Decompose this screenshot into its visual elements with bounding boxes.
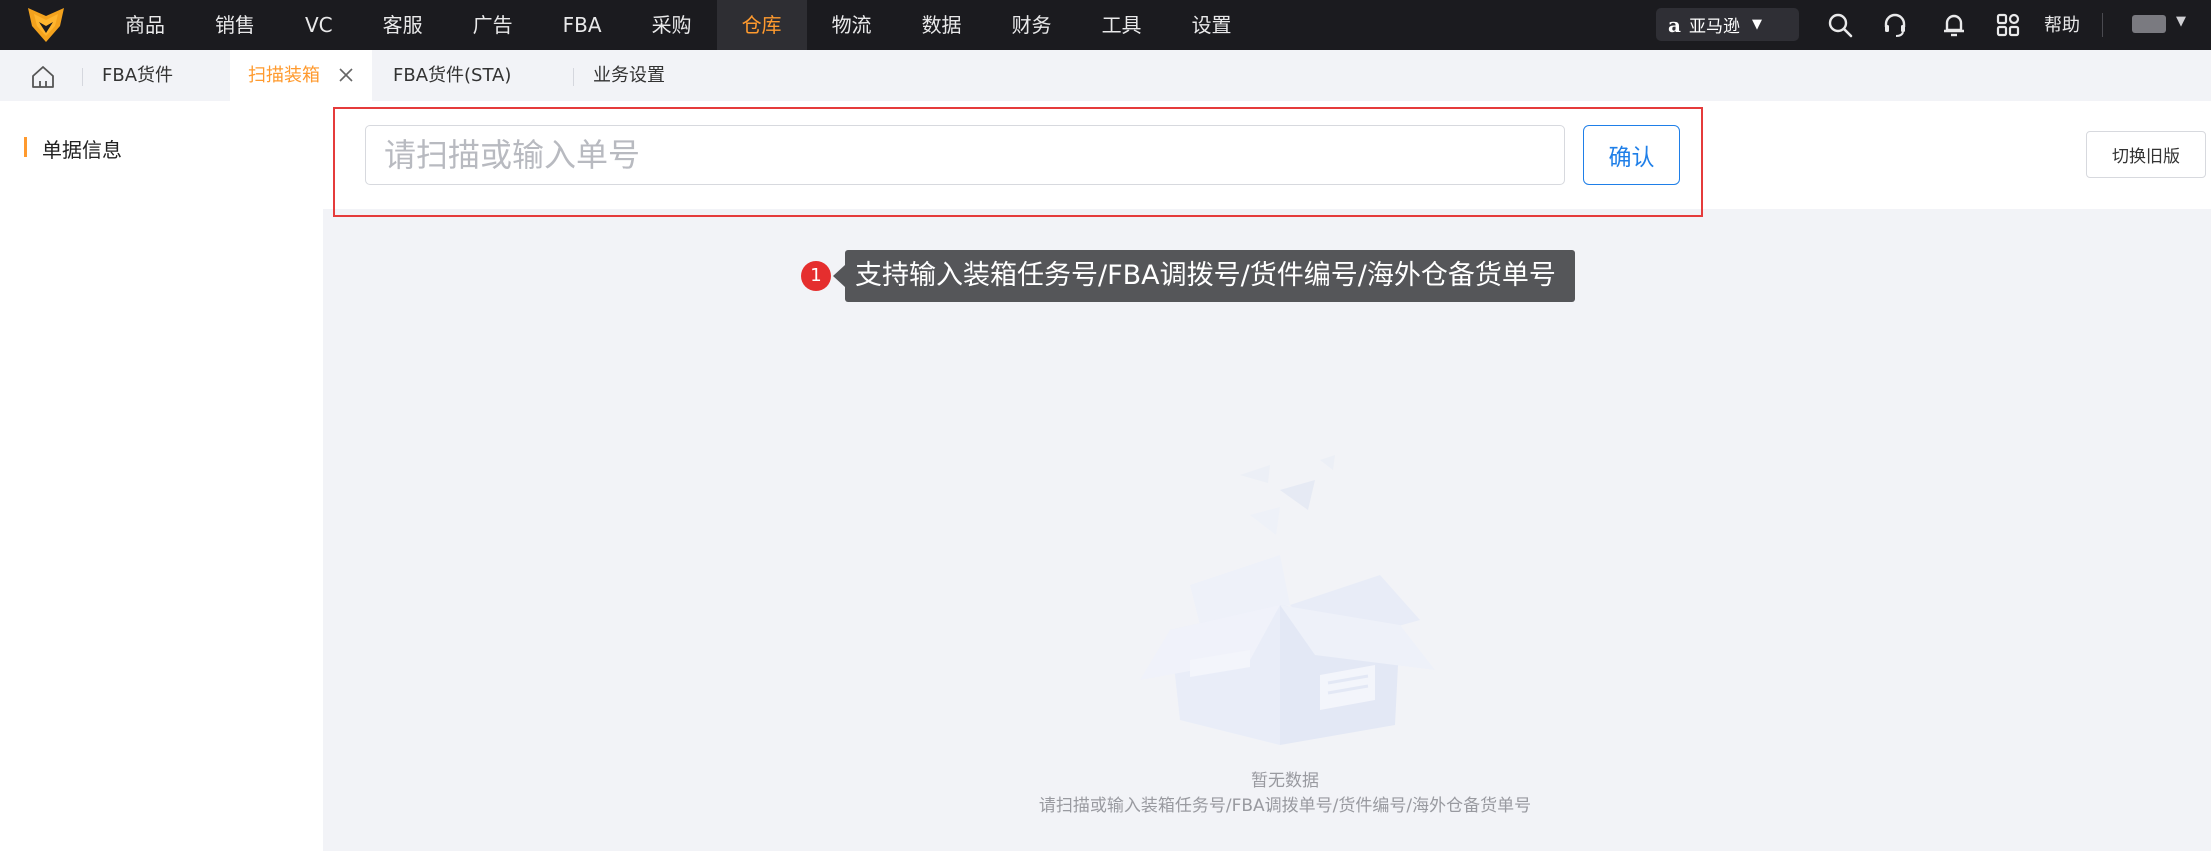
nav-item-customer-service[interactable]: 客服 <box>358 0 448 50</box>
confirm-button[interactable]: 确认 <box>1583 125 1680 185</box>
tab-business-settings[interactable]: 业务设置 <box>593 50 665 101</box>
help-link[interactable]: 帮助 <box>2044 11 2080 37</box>
step-marker: 1 <box>801 261 831 291</box>
tab-divider <box>82 68 83 86</box>
avatar[interactable] <box>2132 15 2166 33</box>
close-icon[interactable] <box>336 65 356 85</box>
amazon-icon: a <box>1668 12 1681 37</box>
search-icon[interactable] <box>1824 9 1856 41</box>
nav-item-data[interactable]: 数据 <box>897 0 987 50</box>
empty-box-icon <box>1140 455 1435 745</box>
tab-bar: FBA货件 扫描装箱 FBA货件(STA) 业务设置 <box>0 50 2211 101</box>
nav-item-logistics[interactable]: 物流 <box>807 0 897 50</box>
nav-item-tools[interactable]: 工具 <box>1077 0 1167 50</box>
bell-icon[interactable] <box>1938 9 1970 41</box>
tab-fba-shipment[interactable]: FBA货件 <box>102 50 173 101</box>
nav-item-products[interactable]: 商品 <box>100 0 190 50</box>
nav-item-ads[interactable]: 广告 <box>448 0 538 50</box>
scan-input[interactable] <box>365 125 1565 185</box>
headset-icon[interactable] <box>1879 9 1911 41</box>
nav-item-vc[interactable]: VC <box>280 0 358 50</box>
tab-label: 扫描装箱 <box>248 65 320 86</box>
logo-icon[interactable] <box>26 6 66 44</box>
empty-state-description: 请扫描或输入装箱任务号/FBA调拨单号/货件编号/海外仓备货单号 <box>1038 796 1532 816</box>
empty-state-title: 暂无数据 <box>1251 771 1319 791</box>
caret-down-icon: ▼ <box>1751 17 1762 32</box>
switch-old-version-button[interactable]: 切换旧版 <box>2086 131 2206 178</box>
nav-item-finance[interactable]: 财务 <box>987 0 1077 50</box>
nav-divider <box>2102 13 2103 37</box>
callout-arrow <box>833 265 845 287</box>
nav-item-fba[interactable]: FBA <box>538 0 627 50</box>
sidebar: 单据信息 <box>0 101 323 851</box>
nav-item-sales[interactable]: 销售 <box>190 0 280 50</box>
tab-divider <box>573 68 574 86</box>
nav-item-settings[interactable]: 设置 <box>1167 0 1257 50</box>
nav-item-warehouse[interactable]: 仓库 <box>716 0 807 50</box>
tab-fba-shipment-sta[interactable]: FBA货件(STA) <box>393 50 511 101</box>
caret-down-icon[interactable]: ▼ <box>2176 14 2186 29</box>
marketplace-label: 亚马逊 <box>1688 17 1740 37</box>
annotation-callout: 支持输入装箱任务号/FBA调拨号/货件编号/海外仓备货单号 <box>845 250 1575 302</box>
apps-grid-icon[interactable] <box>1992 9 2024 41</box>
sidebar-title[interactable]: 单据信息 <box>42 134 122 163</box>
main-menu: 商品 销售 VC 客服 广告 FBA 采购 仓库 物流 数据 财务 工具 设置 <box>100 0 1257 50</box>
top-navigation: 商品 销售 VC 客服 广告 FBA 采购 仓库 物流 数据 财务 工具 设置 … <box>0 0 2211 50</box>
marketplace-select[interactable]: a 亚马逊 ▼ <box>1656 8 1799 41</box>
nav-item-purchasing[interactable]: 采购 <box>627 0 717 50</box>
active-indicator <box>24 137 27 157</box>
home-icon[interactable] <box>30 64 56 90</box>
